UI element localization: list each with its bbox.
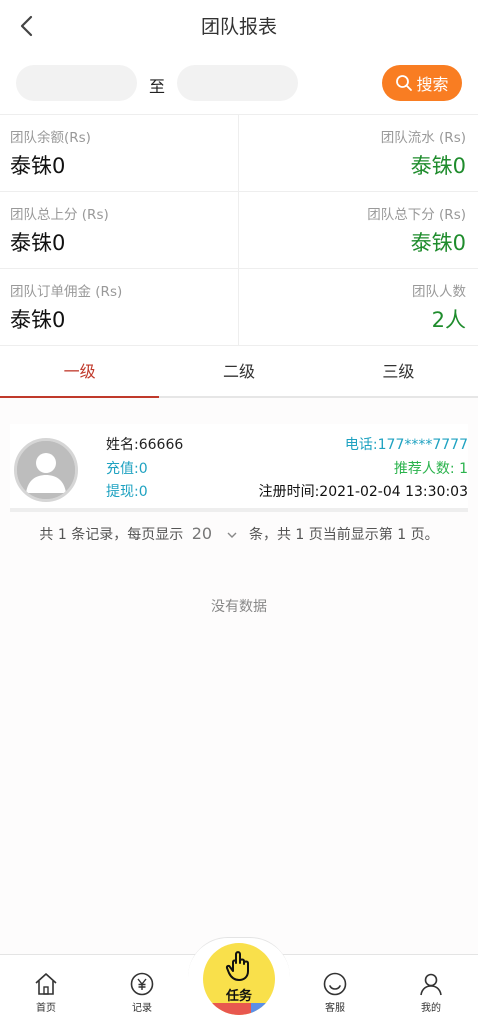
search-button-label: 搜索: [416, 75, 449, 94]
team-stats-grid: 团队余额(Rs) 泰铢0 团队流水 (Rs) 泰铢0 团队总上分 (Rs) 泰铢…: [0, 114, 478, 346]
member-register-time: 注册时间:2021-02-04 13:30:03: [258, 484, 468, 500]
member-card: 姓名:66666 电话:177****7777 充值:0 推荐人数: 1 提现:…: [10, 424, 468, 512]
header-bar: 团队报表: [0, 0, 478, 52]
task-button[interactable]: 任务: [203, 943, 275, 1015]
stat-team-turnover: 团队流水 (Rs) 泰铢0: [239, 115, 478, 191]
chevron-down-icon[interactable]: [227, 530, 237, 540]
tabbar-item-service[interactable]: 客服: [305, 971, 365, 1014]
stat-label: 团队订单佣金 (Rs): [10, 284, 123, 300]
stat-team-total-withdraw: 团队总下分 (Rs) 泰铢0: [239, 192, 478, 268]
stats-row: 团队总上分 (Rs) 泰铢0 团队总下分 (Rs) 泰铢0: [0, 192, 478, 269]
tap-hand-icon: [225, 951, 249, 981]
bottom-tab-bar: 首页 记录 任务 客服 我的: [0, 937, 478, 1024]
user-profile-icon: [420, 973, 442, 996]
stat-label: 团队余额(Rs): [10, 130, 91, 146]
task-button-label: 任务: [225, 989, 252, 1004]
task-color-strip: [203, 1003, 275, 1015]
user-avatar-icon: [17, 441, 75, 499]
stat-value: 泰铢0: [10, 154, 66, 178]
member-withdraw: 提现:0: [106, 484, 148, 500]
empty-state-text: 没有数据: [211, 599, 267, 615]
smile-service-icon: [323, 972, 347, 996]
tabbar-service-label: 客服: [325, 1003, 345, 1014]
stat-team-size: 团队人数 2人: [239, 269, 478, 345]
tabbar-mine-label: 我的: [421, 1003, 441, 1014]
stat-value: 泰铢0: [410, 154, 466, 178]
stats-row: 团队订单佣金 (Rs) 泰铢0 团队人数 2人: [0, 269, 478, 346]
stat-label: 团队人数: [412, 284, 466, 300]
start-date-input[interactable]: [16, 65, 137, 101]
pagination-suffix: 条，共 1 页当前显示第 1 页。: [248, 527, 439, 543]
stat-label: 团队总下分 (Rs): [367, 207, 466, 223]
page-size-select[interactable]: 20: [192, 524, 212, 543]
tabbar-item-mine[interactable]: 我的: [401, 971, 461, 1014]
stat-value: 泰铢0: [10, 231, 66, 255]
page-title: 团队报表: [200, 16, 277, 38]
tabbar-home-label: 首页: [36, 1003, 56, 1014]
to-label: 至: [149, 77, 166, 96]
stat-value: 泰铢0: [410, 231, 466, 255]
stat-value: 泰铢0: [10, 308, 66, 332]
end-date-input[interactable]: [177, 65, 298, 101]
tab-level-3[interactable]: 三级: [319, 346, 478, 396]
member-recharge: 充值:0: [106, 461, 148, 477]
member-name: 姓名:66666: [106, 437, 184, 453]
pagination-prefix: 共 1 条记录，每页显示: [39, 527, 184, 543]
tabbar-records-label: 记录: [132, 1003, 152, 1014]
tab-level-1[interactable]: 一级: [0, 346, 160, 398]
records-yen-icon: [130, 972, 154, 996]
search-button[interactable]: 搜索: [382, 65, 462, 101]
tabbar-item-home[interactable]: 首页: [16, 971, 76, 1014]
member-referral-count: 推荐人数: 1: [393, 461, 468, 477]
search-icon: [396, 75, 413, 91]
stat-value: 2人: [431, 308, 466, 332]
stat-label: 团队总上分 (Rs): [10, 207, 109, 223]
stat-team-total-deposit: 团队总上分 (Rs) 泰铢0: [0, 192, 239, 268]
home-icon: [35, 973, 57, 995]
stat-team-balance: 团队余额(Rs) 泰铢0: [0, 115, 239, 191]
tab-level-2[interactable]: 二级: [159, 346, 318, 396]
pagination-info: 共 1 条记录，每页显示 20 条，共 1 页当前显示第 1 页。: [0, 524, 478, 544]
date-search-row: 至 搜索: [0, 52, 478, 114]
level-tabs: 一级 二级 三级: [0, 346, 478, 398]
stat-team-commission: 团队订单佣金 (Rs) 泰铢0: [0, 269, 239, 345]
stats-row: 团队余额(Rs) 泰铢0 团队流水 (Rs) 泰铢0: [0, 115, 478, 192]
stat-label: 团队流水 (Rs): [380, 130, 466, 146]
tabbar-item-records[interactable]: 记录: [112, 971, 172, 1014]
member-phone: 电话:177****7777: [344, 437, 468, 453]
avatar: [14, 438, 78, 502]
